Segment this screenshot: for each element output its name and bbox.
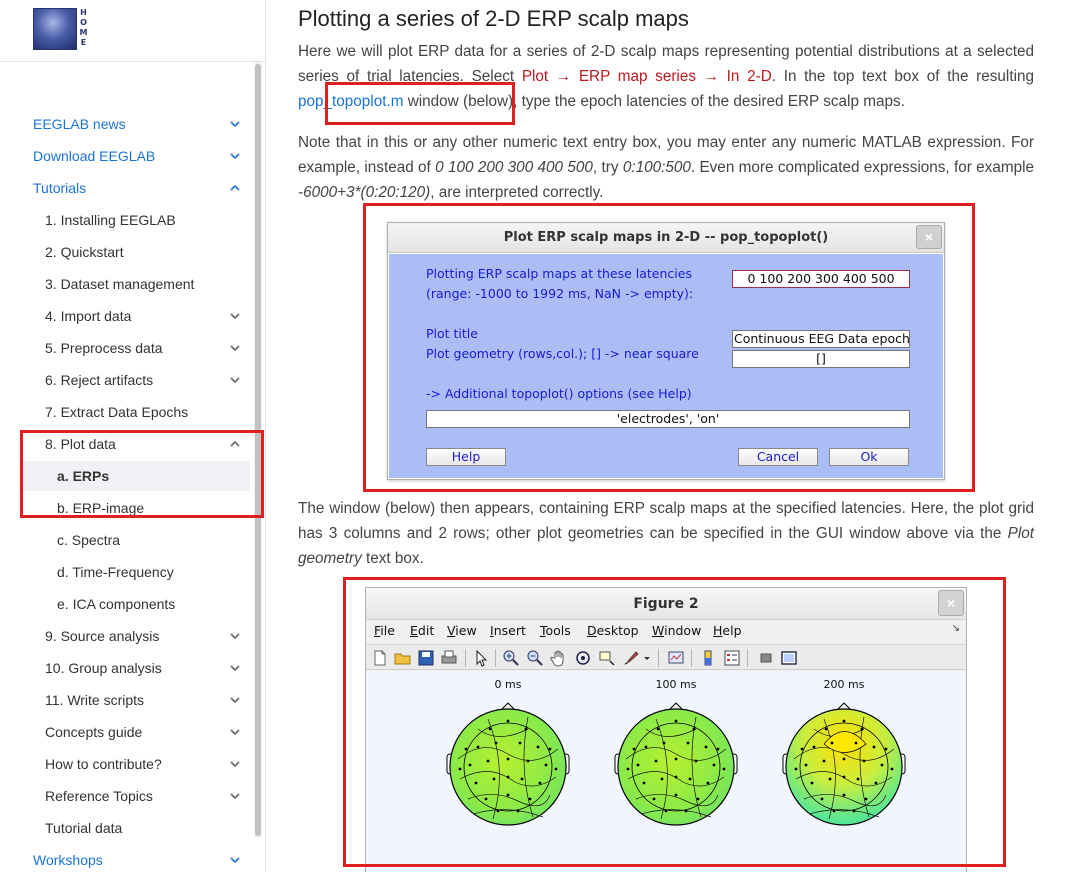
example-value: 0:100:500 xyxy=(622,159,691,176)
sidebar-item[interactable]: Tutorial data xyxy=(20,813,250,843)
highlight-box xyxy=(343,577,1006,867)
sidebar-item[interactable]: e. ICA components xyxy=(20,589,250,619)
chevron-down-icon[interactable] xyxy=(230,119,240,129)
sidebar-item[interactable]: 10. Group analysis xyxy=(20,653,250,683)
window-paragraph: The window (below) then appears, contain… xyxy=(298,496,1034,571)
sidebar-item-label: 4. Import data xyxy=(45,308,132,324)
text: The window (below) then appears, contain… xyxy=(298,500,1034,542)
chevron-down-icon[interactable] xyxy=(230,375,240,385)
menu-path: Plot → ERP map series → In 2-D xyxy=(521,68,772,85)
sidebar-item-label: 10. Group analysis xyxy=(45,660,162,676)
sidebar-item-label: How to contribute? xyxy=(45,756,162,772)
sidebar-item[interactable]: EEGLAB news xyxy=(20,109,250,139)
sidebar-item[interactable]: 5. Preprocess data xyxy=(20,333,250,363)
chevron-down-icon[interactable] xyxy=(230,663,240,673)
sidebar-item[interactable]: 1. Installing EEGLAB xyxy=(20,205,250,235)
sidebar-item[interactable]: 7. Extract Data Epochs xyxy=(20,397,250,427)
sidebar-item-label: Tutorials xyxy=(33,180,87,196)
sidebar-item-label: Reference Topics xyxy=(45,788,153,804)
chevron-down-icon[interactable] xyxy=(230,791,240,801)
sidebar-item[interactable]: c. Spectra xyxy=(20,525,250,555)
text: . Even more complicated expressions, for… xyxy=(690,159,1034,176)
sidebar-item[interactable]: 6. Reject artifacts xyxy=(20,365,250,395)
sidebar-item-label: d. Time-Frequency xyxy=(57,564,174,580)
text: . In the top text box of the resulting xyxy=(771,68,1034,85)
sidebar-item-label: 11. Write scripts xyxy=(45,692,145,708)
chevron-down-icon[interactable] xyxy=(230,311,240,321)
chevron-down-icon[interactable] xyxy=(230,343,240,353)
sidebar-item-label: Concepts guide xyxy=(45,724,143,740)
chevron-down-icon[interactable] xyxy=(230,631,240,641)
logo-area: HOME xyxy=(0,0,265,62)
sidebar-item[interactable]: 4. Import data xyxy=(20,301,250,331)
sidebar-item-label: c. Spectra xyxy=(57,532,121,548)
example-value: -6000+3*(0:20:120) xyxy=(298,184,431,201)
sidebar-item-label: 5. Preprocess data xyxy=(45,340,163,356)
logo-letter: M xyxy=(79,28,88,37)
sidebar-item-label: EEGLAB news xyxy=(33,116,126,132)
sidebar-item[interactable]: 3. Dataset management xyxy=(20,269,250,299)
sidebar-item-label: 9. Source analysis xyxy=(45,628,160,644)
sidebar-item[interactable]: d. Time-Frequency xyxy=(20,557,250,587)
chevron-down-icon[interactable] xyxy=(230,727,240,737)
highlight-box xyxy=(20,430,264,518)
sidebar-item-label: e. ICA components xyxy=(57,596,176,612)
sidebar-item[interactable]: Reference Topics xyxy=(20,781,250,811)
chevron-down-icon[interactable] xyxy=(230,151,240,161)
chevron-up-icon[interactable] xyxy=(230,183,240,193)
note-paragraph: Note that in this or any other numeric t… xyxy=(298,130,1034,205)
highlight-box xyxy=(325,82,515,125)
chevron-down-icon[interactable] xyxy=(230,855,240,865)
page-title: Plotting a series of 2-D ERP scalp maps xyxy=(298,6,689,31)
chevron-down-icon[interactable] xyxy=(230,695,240,705)
sidebar-item[interactable]: 9. Source analysis xyxy=(20,621,250,651)
sidebar-item[interactable]: 11. Write scripts xyxy=(20,685,250,715)
sidebar-item[interactable]: Concepts guide xyxy=(20,717,250,747)
sidebar-item[interactable]: Workshops xyxy=(20,845,250,872)
logo-letter: O xyxy=(80,18,87,27)
sidebar-item-label: 3. Dataset management xyxy=(45,276,195,292)
sidebar-item-label: Tutorial data xyxy=(45,820,123,836)
sidebar-item[interactable]: How to contribute? xyxy=(20,749,250,779)
sidebar-item[interactable]: 2. Quickstart xyxy=(20,237,250,267)
sidebar-item-label: Workshops xyxy=(33,852,103,868)
sidebar-item-label: Download EEGLAB xyxy=(33,148,156,164)
eeglab-logo[interactable] xyxy=(33,8,77,50)
sidebar-item[interactable]: Tutorials xyxy=(20,173,250,203)
sidebar-item-label: 2. Quickstart xyxy=(45,244,124,260)
logo-letter: E xyxy=(80,38,87,47)
text: , are interpreted correctly. xyxy=(430,184,604,201)
logo-letter: H xyxy=(80,8,87,17)
chevron-down-icon[interactable] xyxy=(230,759,240,769)
text: , try xyxy=(592,159,623,176)
sidebar-item-label: 7. Extract Data Epochs xyxy=(45,404,189,420)
sidebar-item-label: 6. Reject artifacts xyxy=(45,372,154,388)
text: text box. xyxy=(361,550,424,567)
example-value: 0 100 200 300 400 500 xyxy=(435,159,593,176)
home-link[interactable]: HOME xyxy=(79,8,88,48)
sidebar-item[interactable]: Download EEGLAB xyxy=(20,141,250,171)
sidebar-item-label: 1. Installing EEGLAB xyxy=(45,212,176,228)
highlight-box xyxy=(363,203,975,492)
